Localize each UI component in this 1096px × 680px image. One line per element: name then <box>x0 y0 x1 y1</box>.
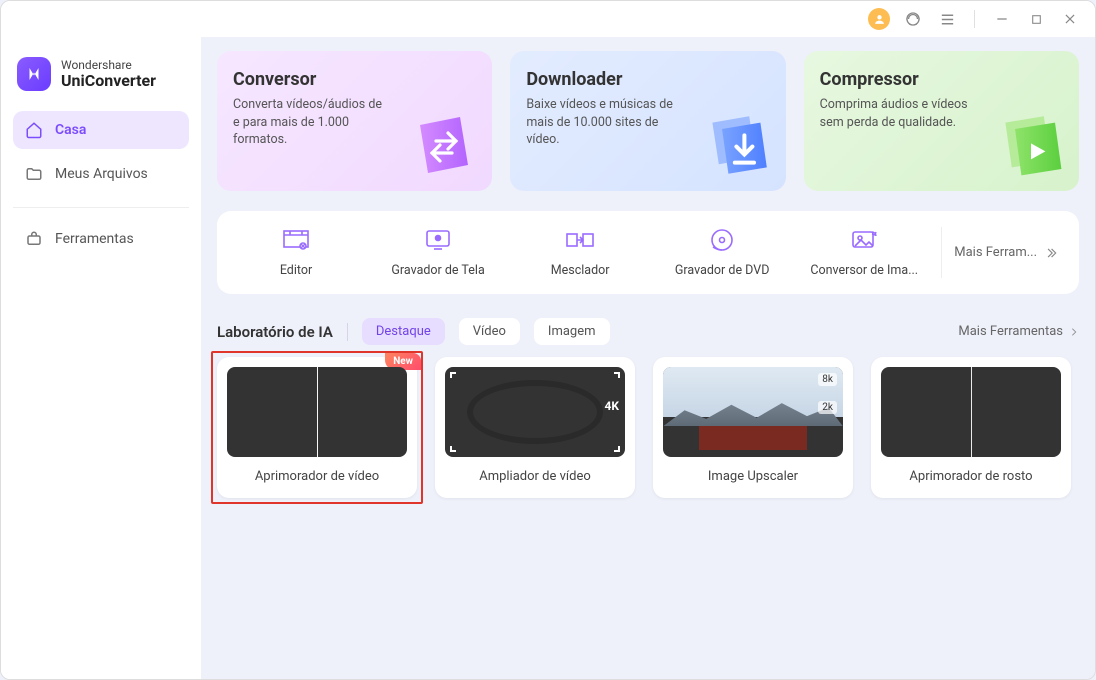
tool-label: Mesclador <box>551 263 610 278</box>
screen-recorder-icon <box>423 227 453 253</box>
converter-icon <box>404 105 484 185</box>
resolution-tag-2k: 2k <box>818 401 837 414</box>
resolution-tag-8k: 8k <box>818 373 837 386</box>
sidebar: Wondershare UniConverter Casa Meus Arqui… <box>1 37 201 679</box>
logo-mark-icon <box>17 57 51 91</box>
card-desc: Converta vídeos/áudios de e para mais de… <box>233 96 384 149</box>
card-title: Downloader <box>526 69 769 90</box>
sidebar-item-label: Ferramentas <box>55 231 134 247</box>
toolbox-icon <box>25 230 43 248</box>
sidebar-item-label: Meus Arquivos <box>55 166 148 182</box>
merger-icon <box>565 227 595 253</box>
tool-editor[interactable]: Editor <box>225 227 367 278</box>
home-icon <box>25 121 43 139</box>
card-downloader[interactable]: Downloader Baixe vídeos e músicas de mai… <box>510 51 785 191</box>
dvd-icon <box>707 227 737 253</box>
ai-card-label: Image Upscaler <box>708 469 798 484</box>
video-enlarger-thumb: 4K <box>445 367 625 457</box>
tool-screen-recorder[interactable]: Gravador de Tela <box>367 227 509 278</box>
more-tools-label: Mais Ferram... <box>954 245 1037 260</box>
ai-card-video-enlarger[interactable]: 4K Ampliador de vídeo <box>435 357 635 498</box>
image-converter-icon <box>849 227 879 253</box>
card-desc: Baixe vídeos e músicas de mais de 10.000… <box>526 96 677 149</box>
titlebar <box>1 1 1095 37</box>
resolution-tag: 4K <box>604 399 619 413</box>
ai-lab-more-button[interactable]: Mais Ferramentas <box>958 324 1079 339</box>
sidebar-item-home[interactable]: Casa <box>13 111 189 149</box>
sidebar-item-tools[interactable]: Ferramentas <box>13 220 189 258</box>
video-enhancer-thumb <box>227 367 407 457</box>
folder-icon <box>25 165 43 183</box>
user-account-icon[interactable] <box>868 8 890 30</box>
maximize-button[interactable] <box>1025 8 1047 30</box>
brand-small: Wondershare <box>61 59 156 72</box>
tab-highlight[interactable]: Destaque <box>362 318 445 345</box>
tool-label: Editor <box>280 263 312 278</box>
minimize-button[interactable] <box>991 8 1013 30</box>
brand-big: UniConverter <box>61 72 156 90</box>
tab-image[interactable]: Imagem <box>534 318 610 345</box>
main-content: Conversor Converta vídeos/áudios de e pa… <box>201 37 1095 679</box>
ai-lab-more-label: Mais Ferramentas <box>958 324 1063 339</box>
ai-card-face-enhancer[interactable]: Aprimorador de rosto <box>871 357 1071 498</box>
tool-label: Gravador de DVD <box>675 263 770 278</box>
tool-label: Gravador de Tela <box>391 263 484 278</box>
ai-card-image-upscaler[interactable]: 8k 2k Image Upscaler <box>653 357 853 498</box>
ai-card-label: Ampliador de vídeo <box>479 469 591 484</box>
tab-video[interactable]: Vídeo <box>459 318 520 345</box>
ai-card-label: Aprimorador de rosto <box>909 469 1032 484</box>
more-tools-button[interactable]: Mais Ferram... <box>941 227 1071 278</box>
download-icon <box>698 105 778 185</box>
card-desc: Comprima áudios e vídeos sem perda de qu… <box>820 96 971 131</box>
card-title: Compressor <box>820 69 1063 90</box>
sidebar-item-files[interactable]: Meus Arquivos <box>13 155 189 193</box>
ai-lab-header: Laboratório de IA Destaque Vídeo Imagem … <box>217 318 1079 345</box>
ai-card-video-enhancer[interactable]: New Aprimorador de vídeo <box>217 357 417 498</box>
ai-card-label: Aprimorador de vídeo <box>255 469 379 484</box>
face-enhancer-thumb <box>881 367 1061 457</box>
tools-bar: Editor Gravador de Tela Mesclador Gravad… <box>217 211 1079 294</box>
tool-merger[interactable]: Mesclador <box>509 227 651 278</box>
ai-lab-title: Laboratório de IA <box>217 323 333 341</box>
support-icon[interactable] <box>902 8 924 30</box>
card-title: Conversor <box>233 69 476 90</box>
close-button[interactable] <box>1059 8 1081 30</box>
tool-dvd-burner[interactable]: Gravador de DVD <box>651 227 793 278</box>
card-compressor[interactable]: Compressor Comprima áudios e vídeos sem … <box>804 51 1079 191</box>
menu-icon[interactable] <box>936 8 958 30</box>
chevron-double-right-icon <box>1043 246 1059 260</box>
tool-image-converter[interactable]: Conversor de Ima... <box>793 227 935 278</box>
app-logo: Wondershare UniConverter <box>13 47 189 111</box>
image-upscaler-thumb: 8k 2k <box>663 367 843 457</box>
editor-icon <box>281 227 311 253</box>
compressor-icon <box>991 105 1071 185</box>
tool-label: Conversor de Ima... <box>810 263 918 278</box>
sidebar-item-label: Casa <box>55 122 86 138</box>
card-converter[interactable]: Conversor Converta vídeos/áudios de e pa… <box>217 51 492 191</box>
chevron-right-icon <box>1069 327 1079 337</box>
